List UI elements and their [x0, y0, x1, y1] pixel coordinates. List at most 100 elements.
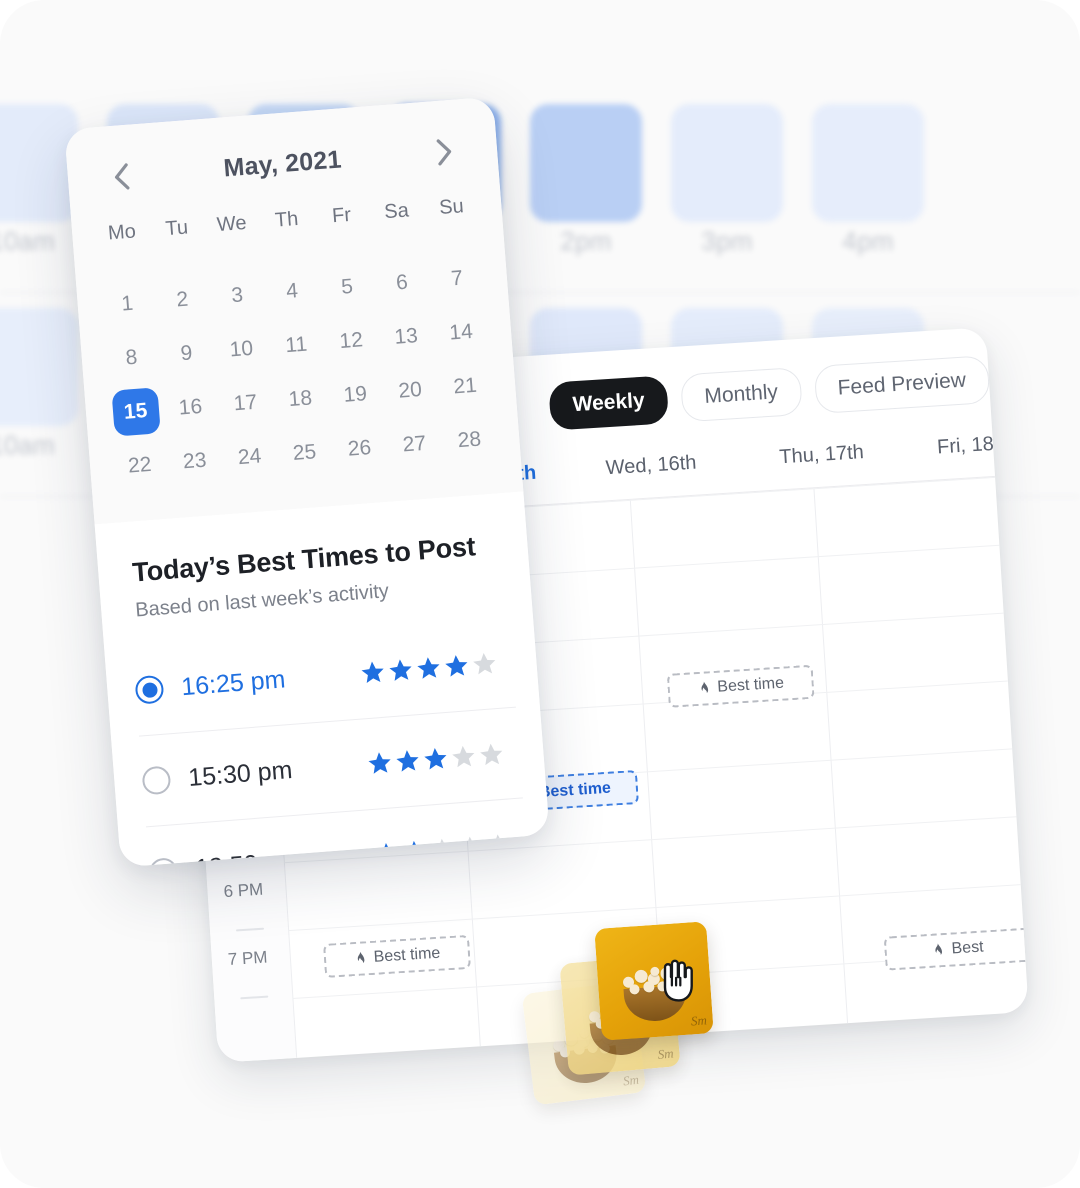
- star-filled-icon: [445, 654, 468, 677]
- media-script-text: Sm: [622, 1071, 640, 1089]
- weekday-label-we: We: [216, 211, 248, 237]
- chevron-right-icon: [436, 138, 451, 165]
- calendar-title: May, 2021: [222, 144, 343, 182]
- calendar-day[interactable]: 20: [381, 367, 439, 415]
- calendar-day[interactable]: 24: [221, 433, 279, 481]
- background-time-label: 2pm: [560, 226, 612, 256]
- calendar-day[interactable]: 12: [322, 317, 380, 365]
- background-time-label: 10am: [0, 226, 55, 256]
- calendar-day[interactable]: 6: [373, 259, 431, 307]
- tab-feed-preview[interactable]: Feed Preview: [813, 355, 991, 414]
- day-header-thu-17[interactable]: Thu, 17th: [779, 441, 865, 469]
- calendar-best-times-card: May, 2021 Mo Tu We Th Fr Sa Su 1 2 3 4 5 6 7 8 9 10 11 12…: [64, 96, 550, 868]
- time-slot-label: 15:30 pm: [187, 755, 294, 792]
- background-time-block: [812, 104, 924, 222]
- dragged-media-stack[interactable]: Sm Sm Sm: [520, 915, 730, 1115]
- time-slot-label: 16:25 pm: [180, 664, 287, 701]
- calendar-day[interactable]: 18: [271, 375, 329, 423]
- best-times-heading: Today’s Best Times to Post: [131, 531, 477, 588]
- calendar-day[interactable]: 1: [98, 280, 156, 328]
- tab-monthly[interactable]: Monthly: [680, 366, 803, 423]
- best-time-chip-label: Best time: [716, 674, 785, 696]
- star-empty-icon: [452, 745, 475, 767]
- calendar-day[interactable]: 8: [102, 334, 160, 382]
- best-time-chip[interactable]: Best time: [666, 664, 815, 708]
- best-time-chip[interactable]: Best: [883, 927, 1029, 971]
- time-slot-radio[interactable]: [141, 765, 172, 796]
- day-header-wed-16[interactable]: Wed, 16th: [605, 452, 697, 481]
- calendar-day[interactable]: 16: [161, 384, 219, 432]
- hour-label-6pm: 6 PM: [223, 879, 264, 902]
- star-filled-icon: [417, 656, 440, 679]
- time-slot-radio[interactable]: [134, 674, 165, 705]
- calendar-day[interactable]: 17: [216, 379, 274, 427]
- calendar-day[interactable]: 11: [267, 321, 325, 369]
- calendar-day[interactable]: 9: [157, 330, 215, 378]
- calendar-day[interactable]: 14: [432, 309, 490, 357]
- calendar-day[interactable]: 4: [263, 268, 321, 316]
- best-time-chip-label: Best: [951, 938, 985, 958]
- calendar-day[interactable]: 2: [153, 276, 211, 324]
- calendar-day[interactable]: 23: [166, 438, 224, 486]
- next-month-button[interactable]: [421, 129, 466, 174]
- background-time-label: 4pm: [842, 226, 894, 256]
- calendar-day[interactable]: 26: [330, 425, 388, 473]
- star-empty-icon: [473, 652, 496, 674]
- popcorn-kernel: [629, 984, 640, 995]
- screenshot-root: 10am11am12pm1pm2pm3pm4pm 10am11am12pm1pm…: [0, 0, 1080, 1188]
- calendar-day[interactable]: 27: [385, 421, 443, 469]
- best-time-chip[interactable]: Best time: [323, 934, 471, 978]
- flame-icon: [701, 681, 708, 693]
- calendar-day[interactable]: 19: [326, 371, 384, 419]
- calendar-day-selected[interactable]: 15: [110, 387, 161, 437]
- star-filled-icon: [396, 749, 419, 772]
- weekday-label-su: Su: [438, 195, 465, 220]
- popcorn-kernel: [643, 981, 655, 993]
- flame-icon: [935, 942, 942, 955]
- calendar-section: May, 2021 Mo Tu We Th Fr Sa Su 1 2 3 4 5 6 7 8 9 10 11 12…: [64, 96, 524, 525]
- calendar-day-grid[interactable]: 1 2 3 4 5 6 7 8 9 10 11 12 13 14 15 16 17 18 19 20 21 22 23 24 2…: [98, 250, 499, 495]
- background-time-block: [530, 104, 642, 222]
- tab-weekly[interactable]: Weekly: [548, 375, 670, 431]
- weekday-label-tu: Tu: [164, 216, 189, 241]
- calendar-day[interactable]: 21: [436, 363, 494, 411]
- media-script-text: Sm: [657, 1045, 675, 1062]
- flame-icon: [357, 951, 365, 963]
- star-empty-icon: [480, 743, 503, 765]
- background-time-label: 10am: [0, 430, 55, 460]
- weekday-label-th: Th: [274, 207, 300, 232]
- star-filled-icon: [424, 747, 447, 769]
- grid-column-line: [813, 488, 849, 1024]
- weekday-label-sa: Sa: [383, 199, 410, 224]
- half-hour-dash: [235, 927, 265, 932]
- star-filled-icon: [361, 661, 384, 683]
- grab-hand-cursor: [663, 959, 693, 1002]
- half-hour-dash: [240, 995, 269, 1000]
- calendar-day[interactable]: 10: [212, 326, 270, 374]
- calendar-day[interactable]: 5: [318, 263, 376, 311]
- best-times-subheading: Based on last week’s activity: [134, 580, 390, 622]
- background-time-label: 3pm: [701, 226, 753, 256]
- background-time-block: [0, 308, 78, 426]
- calendar-day[interactable]: 28: [440, 416, 498, 464]
- page-surface: 10am11am12pm1pm2pm3pm4pm 10am11am12pm1pm…: [0, 0, 1080, 1188]
- calendar-day[interactable]: 3: [208, 272, 266, 320]
- hour-label-7pm: 7 PM: [227, 947, 269, 969]
- star-filled-icon: [368, 751, 391, 774]
- best-times-section: Today’s Best Times to Post Based on last…: [94, 491, 550, 868]
- best-times-list[interactable]: 16:25 pm 15:30 pm 13:50 pm: [132, 616, 530, 868]
- star-filled-icon: [389, 658, 412, 681]
- weekday-header-row: Mo Tu We Th Fr Sa Su: [94, 194, 481, 247]
- day-header-fri-18[interactable]: Fri, 18: [936, 433, 994, 460]
- best-time-chip-label: Best time: [538, 779, 612, 802]
- weekday-label-fr: Fr: [331, 203, 352, 228]
- rating-stars: [360, 652, 497, 685]
- calendar-day[interactable]: 13: [377, 313, 435, 361]
- calendar-day[interactable]: 22: [111, 442, 169, 490]
- calendar-day[interactable]: 7: [428, 255, 486, 303]
- weekday-label-mo: Mo: [107, 220, 137, 245]
- rating-stars: [367, 742, 504, 775]
- background-time-block: [671, 104, 783, 222]
- time-slot-radio[interactable]: [148, 856, 179, 868]
- calendar-day[interactable]: 25: [275, 429, 333, 477]
